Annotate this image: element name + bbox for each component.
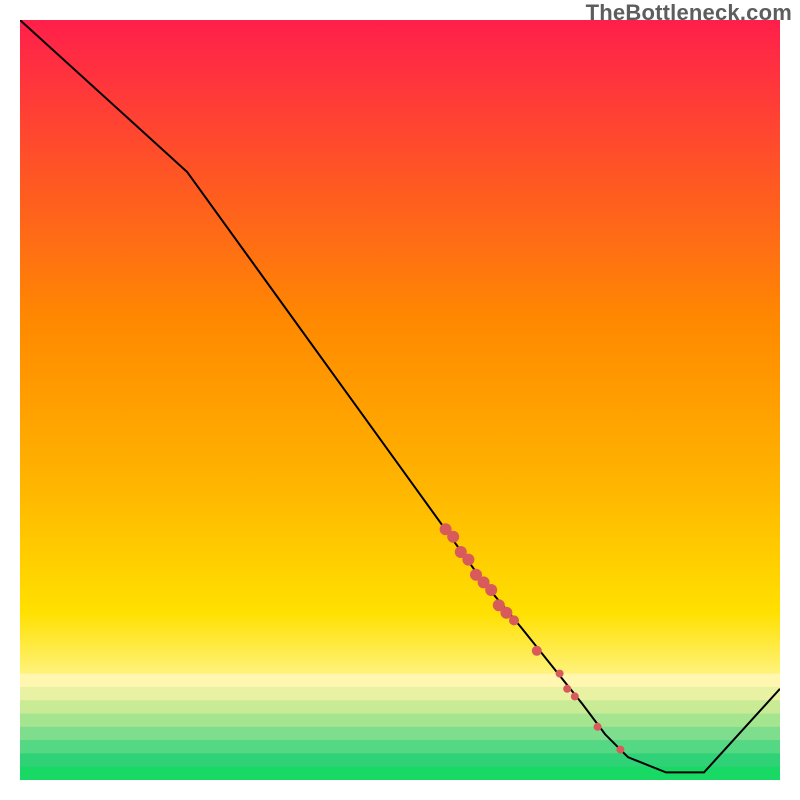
chart-frame: TheBottleneck.com — [0, 0, 800, 800]
chart-green-striations — [20, 674, 780, 780]
curve-marker — [447, 531, 459, 543]
curve-marker — [616, 746, 624, 754]
curve-marker — [532, 646, 542, 656]
plot-svg — [20, 20, 780, 780]
watermark-text: TheBottleneck.com — [586, 0, 792, 26]
chart-background-gradient — [20, 20, 780, 780]
curve-marker — [509, 615, 519, 625]
plot-area — [20, 20, 780, 780]
curve-marker — [556, 670, 564, 678]
curve-marker — [571, 692, 579, 700]
curve-marker — [485, 584, 497, 596]
curve-marker — [462, 554, 474, 566]
curve-marker — [563, 685, 571, 693]
curve-marker — [594, 723, 602, 731]
